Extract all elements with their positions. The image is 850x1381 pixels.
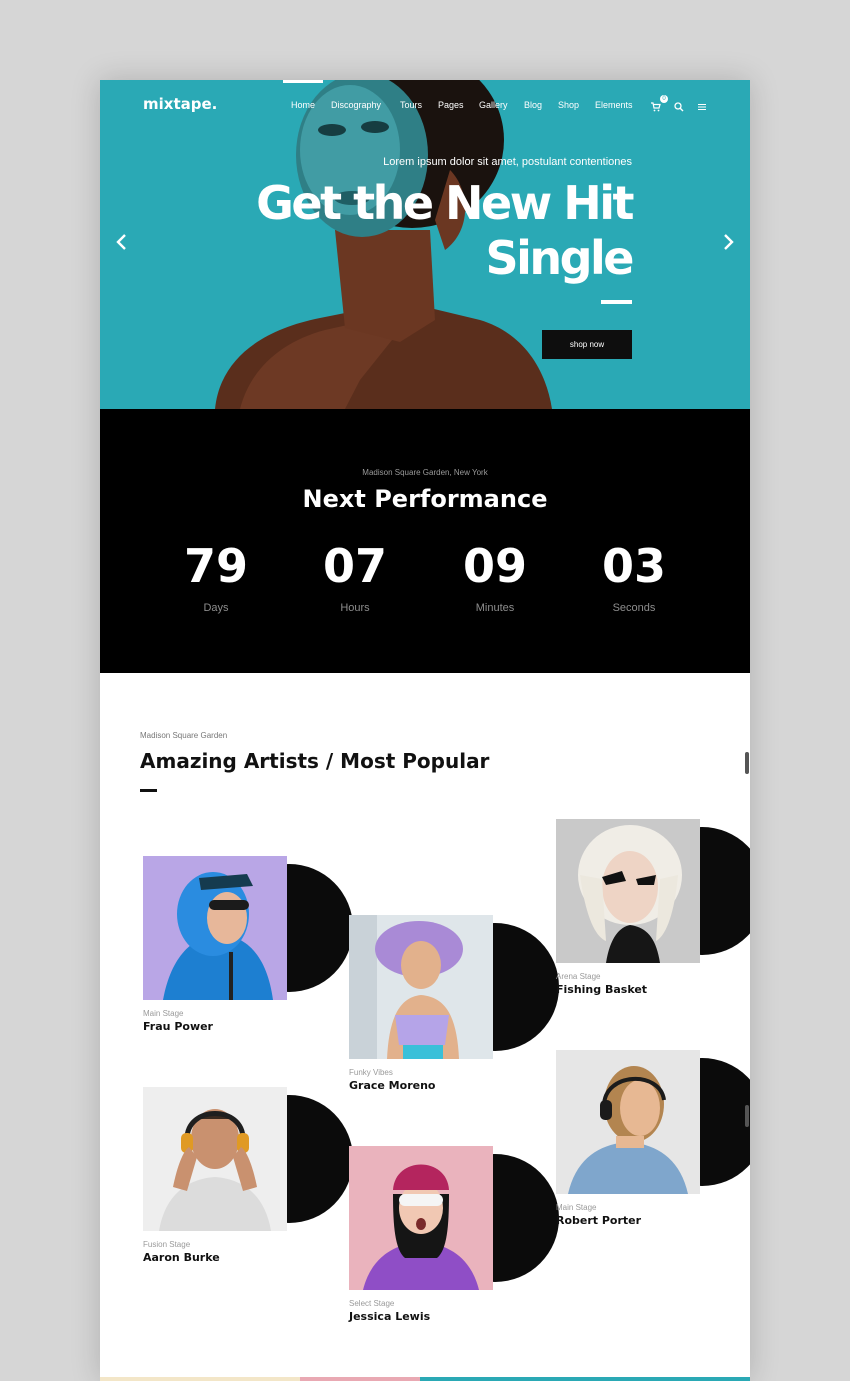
countdown-seconds: 03 Seconds (574, 538, 694, 614)
hero-subtitle: Lorem ipsum dolor sit amet, postulant co… (383, 156, 632, 168)
artist-card-grace-moreno[interactable]: Funky Vibes Grace Moreno (349, 915, 559, 1115)
artist-stage: Fusion Stage (143, 1240, 191, 1249)
countdown-days: 79 Days (156, 538, 276, 614)
artist-card-aaron-burke[interactable]: Fusion Stage Aaron Burke (143, 1087, 353, 1287)
artist-photo (349, 1146, 493, 1290)
nav-item-gallery[interactable]: Gallery (479, 100, 508, 110)
countdown-seconds-value: 03 (601, 539, 666, 593)
bottom-color-strip (100, 1377, 750, 1381)
artist-card-robert-porter[interactable]: Main Stage Robert Porter (556, 1050, 750, 1250)
artist-name[interactable]: Jessica Lewis (349, 1310, 430, 1323)
countdown-seconds-label: Seconds (612, 602, 656, 614)
hero-slider: mixtape. Home Discography Tours Pages Ga… (100, 80, 750, 409)
countdown-minutes: 09 Minutes (435, 538, 555, 614)
artist-stage: Arena Stage (556, 972, 601, 981)
hero-title-line-1: Get the New Hit (256, 176, 634, 230)
nav-item-shop[interactable]: Shop (558, 100, 579, 110)
artist-photo (143, 1087, 287, 1231)
artist-stage: Main Stage (143, 1009, 184, 1018)
countdown-hours: 07 Hours (295, 538, 415, 614)
artist-name[interactable]: Frau Power (143, 1020, 213, 1033)
countdown-days-value: 79 (183, 539, 248, 593)
artist-name[interactable]: Grace Moreno (349, 1079, 435, 1092)
countdown-section: Madison Square Garden, New York Next Per… (100, 409, 750, 673)
artist-photo (556, 1050, 700, 1194)
nav-item-pages[interactable]: Pages (438, 100, 464, 110)
countdown-venue: Madison Square Garden, New York (362, 468, 488, 477)
section-kicker: Madison Square Garden (140, 731, 228, 740)
nav-item-tours[interactable]: Tours (400, 100, 422, 110)
chevron-left-icon[interactable] (112, 232, 132, 252)
artist-card-fishing-basket[interactable]: Arena Stage Fishing Basket (556, 819, 750, 1019)
countdown-title: Next Performance (302, 485, 548, 513)
countdown-minutes-label: Minutes (475, 602, 515, 614)
menu-icon[interactable] (697, 99, 709, 111)
page-frame: mixtape. Home Discography Tours Pages Ga… (100, 80, 750, 1381)
countdown-hours-value: 07 (322, 539, 387, 593)
cart-count-badge: 0 (660, 95, 668, 103)
artist-name[interactable]: Fishing Basket (556, 983, 647, 996)
scrollbar-thumb[interactable] (745, 752, 749, 774)
shop-now-button[interactable]: shop now (542, 330, 632, 359)
section-title-underline (140, 789, 157, 792)
artist-name[interactable]: Aaron Burke (143, 1251, 220, 1264)
artist-card-jessica-lewis[interactable]: Select Stage Jessica Lewis (349, 1146, 559, 1346)
search-icon[interactable] (674, 99, 686, 112)
artist-name[interactable]: Robert Porter (556, 1214, 641, 1227)
artist-photo (143, 856, 287, 1000)
nav-item-discography[interactable]: Discography (331, 100, 381, 110)
section-title: Amazing Artists / Most Popular (140, 749, 490, 773)
countdown-hours-label: Hours (340, 602, 370, 614)
countdown-days-label: Days (203, 602, 229, 614)
scrollbar-thumb-secondary[interactable] (745, 1105, 749, 1127)
artist-stage: Funky Vibes (349, 1068, 393, 1077)
artist-card-frau-power[interactable]: Main Stage Frau Power (143, 856, 353, 1056)
nav-item-elements[interactable]: Elements (595, 100, 633, 110)
nav-item-home[interactable]: Home (291, 100, 315, 110)
cart-icon[interactable]: 0 (651, 95, 668, 112)
chevron-right-icon[interactable] (718, 232, 738, 252)
countdown-minutes-value: 09 (462, 539, 527, 593)
nav-active-indicator (283, 80, 323, 83)
artist-stage: Select Stage (349, 1299, 395, 1308)
hero-title: Get the New Hit Single (232, 176, 634, 286)
artist-photo (349, 915, 493, 1059)
nav-item-blog[interactable]: Blog (524, 100, 542, 110)
artist-photo (556, 819, 700, 963)
hero-title-underline (601, 300, 632, 304)
hero-title-line-2: Single (485, 231, 634, 285)
artist-stage: Main Stage (556, 1203, 597, 1212)
